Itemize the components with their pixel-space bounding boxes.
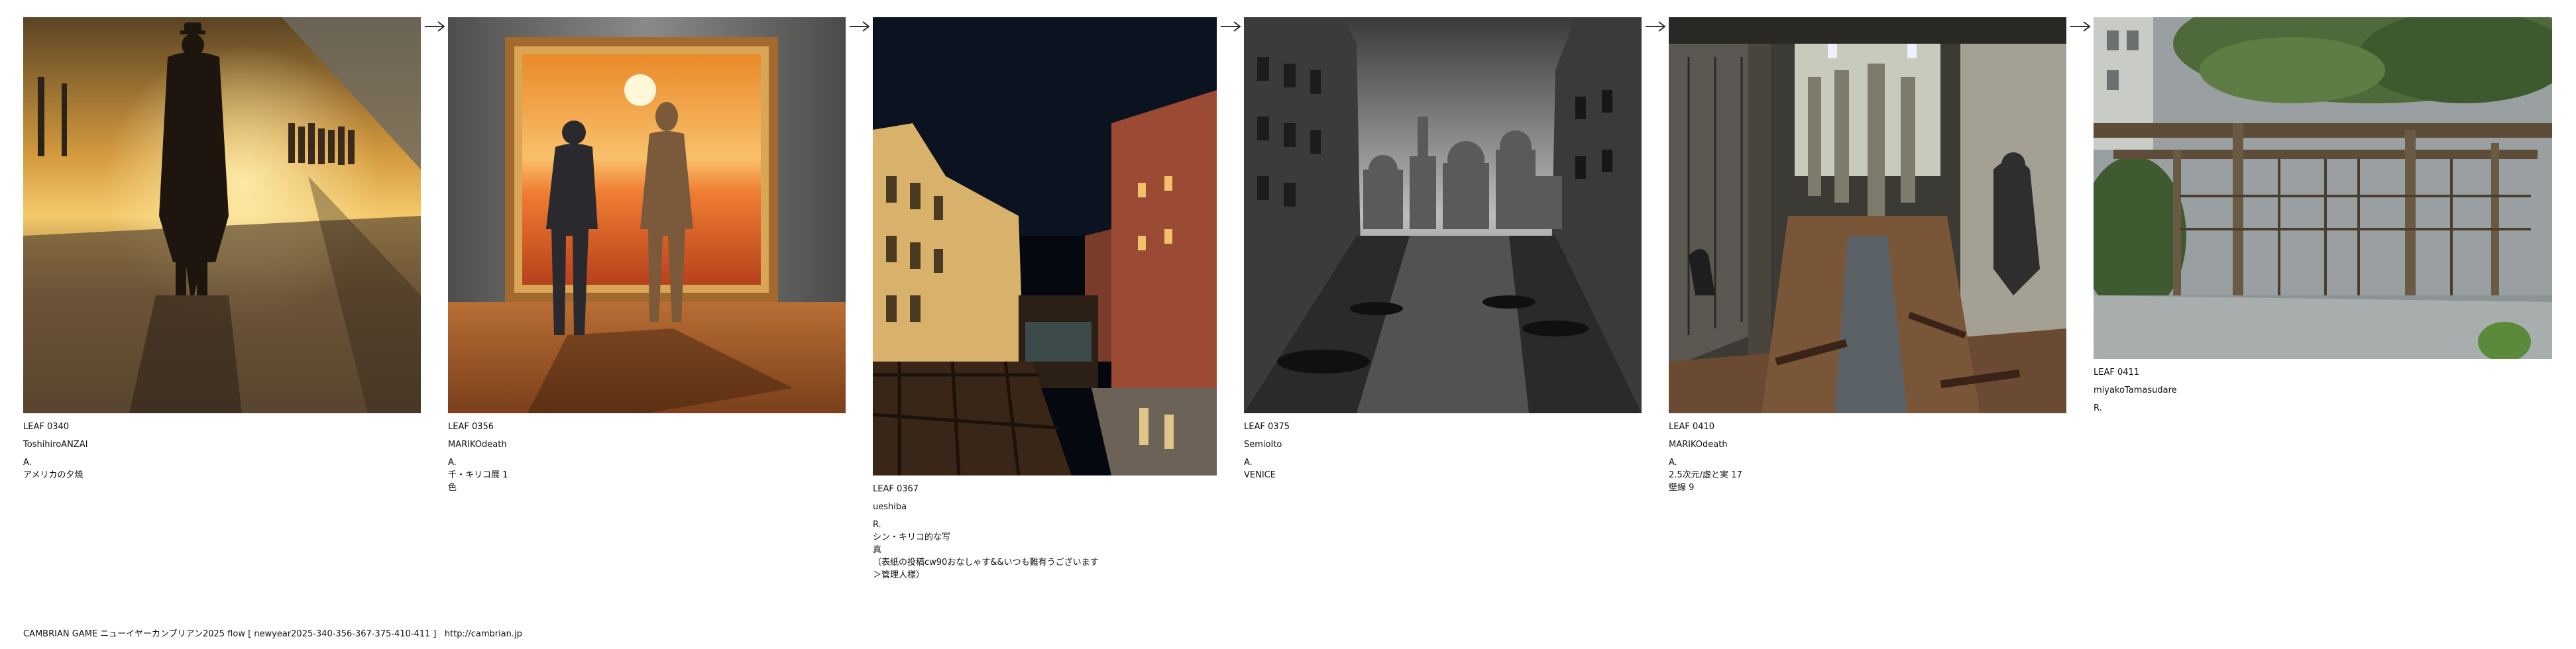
leaf-code: LEAF 0340 xyxy=(23,422,70,432)
leaf-author[interactable]: ueshiba xyxy=(873,503,1217,513)
leaf-image[interactable] xyxy=(23,17,421,413)
arrow-right-icon xyxy=(2070,21,2091,32)
leaf-line: シン・キリコ的な写 xyxy=(873,532,951,542)
leaf-code: LEAF 0410 xyxy=(1669,422,1715,432)
leaf-code: LEAF 0411 xyxy=(2094,368,2140,377)
leaf-line: アメリカの夕焼 xyxy=(23,470,84,480)
leaf-line: 真 xyxy=(873,545,882,555)
footer-link[interactable]: http://cambrian.jp xyxy=(445,629,522,639)
arrow-right-icon xyxy=(1646,21,1666,32)
leaf-author[interactable]: SemioIto xyxy=(1244,440,1642,450)
leaf-code: LEAF 0356 xyxy=(448,422,494,432)
leaf-card[interactable]: LEAF 0375 SemioIto A. VENICE xyxy=(1244,17,1642,489)
arrow-right-icon xyxy=(850,21,870,32)
leaf-card[interactable]: LEAF 0410 MARIKOdeath A. 2.5次元/虚と実 17 壁線… xyxy=(1669,17,2066,501)
footer: CAMBRIAN GAME ニューイヤーカンブリアン2025 flow [ ne… xyxy=(23,626,522,639)
leaf-meta: LEAF 0375 SemioIto A. VENICE xyxy=(1244,423,1642,481)
leaf-author[interactable]: miyakoTamasudare xyxy=(2094,386,2552,396)
leaf-line: 壁線 9 xyxy=(1669,483,1695,493)
leaf-meta: LEAF 0411 miyakoTamasudare R. xyxy=(2094,368,2552,414)
leaf-meta: LEAF 0340 ToshihiroANZAI A. アメリカの夕焼 xyxy=(23,423,421,481)
leaf-text: R. シン・キリコ的な写 真 （表紙の投稿cw90おなしゃす&&いつも難有うござ… xyxy=(873,521,1217,581)
leaf-image[interactable] xyxy=(1669,17,2066,413)
leaf-mark: R. xyxy=(2094,403,2102,413)
leaf-line: 2.5次元/虚と実 17 xyxy=(1669,470,1742,480)
leaf-author[interactable]: ToshihiroANZAI xyxy=(23,440,421,450)
leaf-card[interactable]: LEAF 0411 miyakoTamasudare R. xyxy=(2094,17,2552,422)
arrow-right-icon xyxy=(425,21,445,32)
leaf-image[interactable] xyxy=(873,17,1217,475)
leaf-meta: LEAF 0356 MARIKOdeath A. 千・キリコ展 1 色 xyxy=(448,423,846,493)
leaf-line: （表紙の投稿cw90おなしゃす&&いつも難有うございます xyxy=(873,558,1099,568)
leaf-mark: A. xyxy=(23,458,32,468)
leaf-code: LEAF 0367 xyxy=(873,484,919,494)
leaf-line: 色 xyxy=(448,483,457,493)
leaf-meta: LEAF 0410 MARIKOdeath A. 2.5次元/虚と実 17 壁線… xyxy=(1669,423,2066,493)
leaf-line: VENICE xyxy=(1244,470,1276,480)
leaf-text: R. xyxy=(2094,404,2552,414)
leaf-text: A. VENICE xyxy=(1244,458,1642,481)
leaf-image[interactable] xyxy=(2094,17,2552,359)
leaf-text: A. アメリカの夕焼 xyxy=(23,458,421,481)
leaf-mark: A. xyxy=(1244,458,1253,468)
leaf-image[interactable] xyxy=(448,17,846,413)
arrow-right-icon xyxy=(1221,21,1241,32)
leaf-author[interactable]: MARIKOdeath xyxy=(1669,440,2066,450)
leaf-meta: LEAF 0367 ueshiba R. シン・キリコ的な写 真 （表紙の投稿c… xyxy=(873,485,1217,581)
leaf-text: A. 千・キリコ展 1 色 xyxy=(448,458,846,493)
leaf-code: LEAF 0375 xyxy=(1244,422,1290,432)
leaf-line: 千・キリコ展 1 xyxy=(448,470,508,480)
leaf-author[interactable]: MARIKOdeath xyxy=(448,440,846,450)
leaf-image[interactable] xyxy=(1244,17,1642,413)
leaf-card[interactable]: LEAF 0340 ToshihiroANZAI A. アメリカの夕焼 xyxy=(23,17,421,489)
footer-text: CAMBRIAN GAME ニューイヤーカンブリアン2025 flow [ ne… xyxy=(23,629,437,639)
leaf-line: ＞管理人様） xyxy=(873,570,925,580)
leaf-card[interactable]: LEAF 0356 MARIKOdeath A. 千・キリコ展 1 色 xyxy=(448,17,846,501)
leaf-mark: R. xyxy=(873,520,881,530)
leaf-mark: A. xyxy=(1669,458,1677,468)
leaf-card[interactable]: LEAF 0367 ueshiba R. シン・キリコ的な写 真 （表紙の投稿c… xyxy=(873,17,1217,589)
leaf-text: A. 2.5次元/虚と実 17 壁線 9 xyxy=(1669,458,2066,493)
leaf-mark: A. xyxy=(448,458,457,468)
